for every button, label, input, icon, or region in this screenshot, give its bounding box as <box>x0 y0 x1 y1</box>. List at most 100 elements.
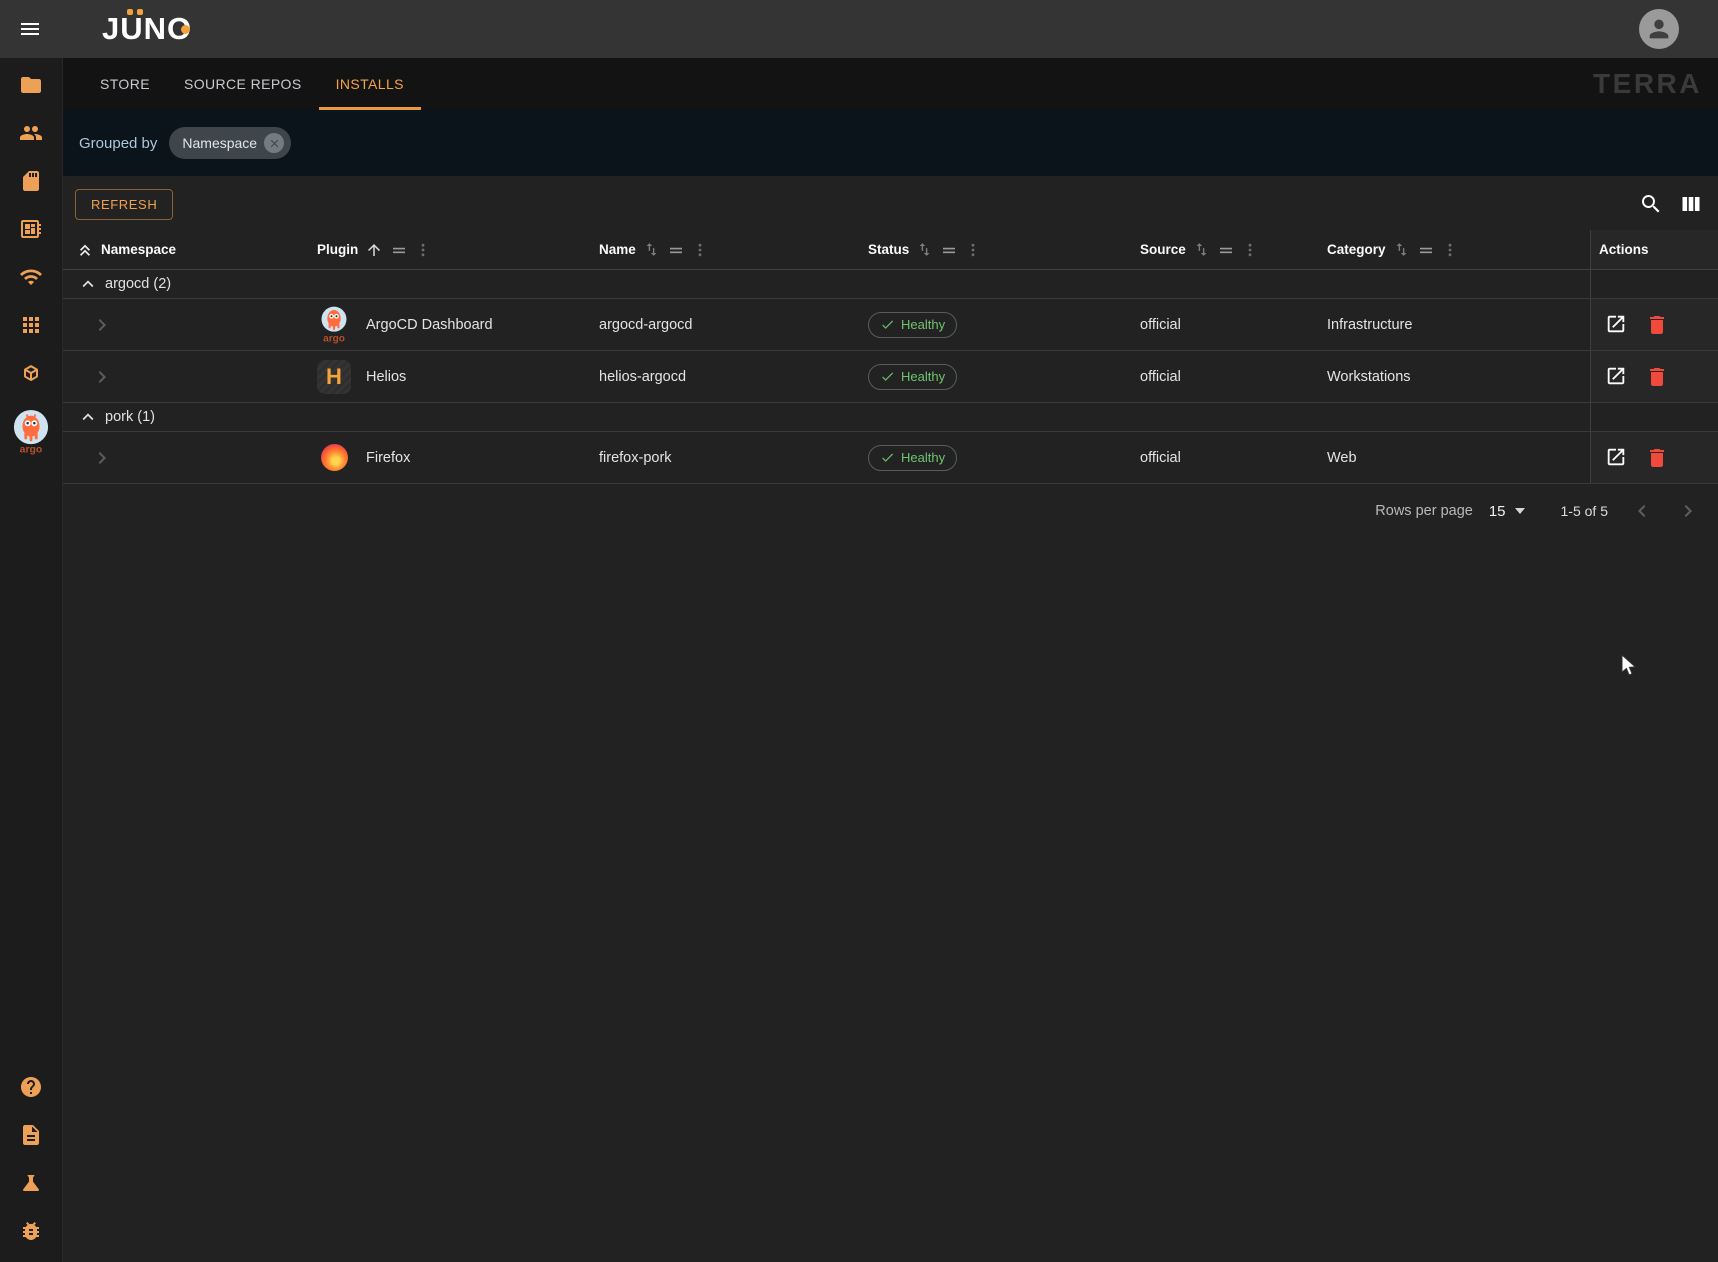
tab-store[interactable]: STORE <box>83 58 167 110</box>
groups-icon[interactable] <box>19 121 43 145</box>
column-menu-icon[interactable] <box>692 242 708 258</box>
sidebar-top-group: argo <box>12 58 50 455</box>
namespace-group-chip[interactable]: Namespace <box>169 127 291 159</box>
next-page-icon[interactable] <box>1676 499 1700 523</box>
open-install-icon[interactable] <box>1605 446 1629 470</box>
open-install-icon[interactable] <box>1605 365 1629 389</box>
svg-text:argo: argo <box>323 333 345 344</box>
sort-ascending-icon[interactable] <box>365 241 383 259</box>
column-header-plugin[interactable]: Plugin <box>317 230 431 269</box>
terra-watermark: TERRA <box>1593 68 1702 100</box>
column-menu-icon[interactable] <box>965 242 981 258</box>
column-header-source[interactable]: Source <box>1140 230 1258 269</box>
group-actions-spacer <box>1590 403 1718 431</box>
collapse-all-icon[interactable] <box>75 230 95 269</box>
column-filter-icon[interactable] <box>1417 241 1435 259</box>
status-badge: Healthy <box>868 364 957 390</box>
table-row[interactable]: Firefox firefox-pork Healthy official We… <box>63 432 1718 484</box>
status-badge: Healthy <box>868 312 957 338</box>
apps-icon[interactable] <box>19 313 43 337</box>
column-header-status[interactable]: Status <box>868 230 981 269</box>
developer-board-icon[interactable] <box>19 217 43 241</box>
column-filter-icon[interactable] <box>940 241 958 259</box>
group-label: argocd (2) <box>105 276 171 292</box>
open-install-icon[interactable] <box>1605 313 1629 337</box>
sortable-icon[interactable] <box>643 241 660 258</box>
delete-install-icon[interactable] <box>1645 313 1669 337</box>
column-menu-icon[interactable] <box>1442 242 1458 258</box>
help-icon[interactable] <box>19 1075 43 1099</box>
wifi-icon[interactable] <box>19 265 43 289</box>
search-icon[interactable] <box>1639 192 1663 216</box>
install-name: firefox-pork <box>599 450 672 466</box>
column-menu-icon[interactable] <box>415 242 431 258</box>
expand-row-icon[interactable] <box>90 351 114 402</box>
table-row[interactable]: H Helios helios-argocd Healthy official … <box>63 351 1718 403</box>
dropdown-caret-icon <box>1515 508 1525 514</box>
plugin-title: ArgoCD Dashboard <box>366 317 493 333</box>
svg-text:argo: argo <box>20 445 43 455</box>
bug-icon[interactable] <box>19 1219 43 1243</box>
folder-icon[interactable] <box>19 73 43 97</box>
columns-icon[interactable] <box>1679 192 1703 216</box>
tab-source-repos[interactable]: SOURCE REPOS <box>167 58 319 110</box>
category-value: Workstations <box>1327 369 1411 385</box>
group-label: pork (1) <box>105 409 155 425</box>
sidebar-bottom-group <box>19 1075 43 1262</box>
argo-avatar[interactable]: argo <box>12 409 50 455</box>
package-icon[interactable] <box>19 361 43 385</box>
sd-card-icon[interactable] <box>19 169 43 193</box>
logo-umlaut-dot <box>137 9 143 15</box>
account-avatar[interactable] <box>1639 9 1679 49</box>
sortable-icon[interactable] <box>916 241 933 258</box>
previous-page-icon[interactable] <box>1630 499 1654 523</box>
column-header-actions: Actions <box>1590 230 1718 269</box>
collapse-group-icon[interactable] <box>77 273 99 295</box>
chip-remove-icon[interactable] <box>264 133 284 153</box>
check-icon <box>880 317 895 332</box>
menu-icon[interactable] <box>18 17 42 41</box>
column-header-category[interactable]: Category <box>1327 230 1458 269</box>
column-filter-icon[interactable] <box>667 241 685 259</box>
delete-install-icon[interactable] <box>1645 446 1669 470</box>
group-row-argocd[interactable]: argocd (2) <box>63 270 1718 299</box>
column-header-namespace[interactable]: Namespace <box>101 230 176 269</box>
rows-per-page-select[interactable]: 15 <box>1489 503 1525 520</box>
delete-install-icon[interactable] <box>1645 365 1669 389</box>
expand-row-icon[interactable] <box>90 299 114 350</box>
chip-label: Namespace <box>182 135 257 151</box>
column-menu-icon[interactable] <box>1242 242 1258 258</box>
table-header-row: Namespace Plugin Name Status <box>63 230 1718 270</box>
left-sidebar: argo <box>0 58 63 1262</box>
juno-logo-text: JUNO <box>102 11 192 47</box>
sortable-icon[interactable] <box>1393 241 1410 258</box>
install-name: helios-argocd <box>599 369 686 385</box>
column-filter-icon[interactable] <box>1217 241 1235 259</box>
pagination-range: 1-5 of 5 <box>1561 503 1608 519</box>
firefox-icon <box>317 444 351 471</box>
category-value: Infrastructure <box>1327 317 1412 333</box>
grouped-by-band: Grouped by Namespace <box>63 110 1718 176</box>
plugin-title: Helios <box>366 369 406 385</box>
collapse-group-icon[interactable] <box>77 406 99 428</box>
table-row[interactable]: argo ArgoCD Dashboard argocd-argocd Heal… <box>63 299 1718 351</box>
status-badge: Healthy <box>868 445 957 471</box>
tab-installs[interactable]: INSTALLS <box>319 58 421 110</box>
group-row-pork[interactable]: pork (1) <box>63 403 1718 432</box>
science-icon[interactable] <box>19 1171 43 1195</box>
category-value: Web <box>1327 450 1357 466</box>
column-filter-icon[interactable] <box>390 241 408 259</box>
expand-row-icon[interactable] <box>90 432 114 483</box>
juno-logo: JUNO <box>102 12 192 46</box>
document-icon[interactable] <box>19 1123 43 1147</box>
pagination-bar: Rows per page 15 1-5 of 5 <box>63 484 1718 538</box>
main-content: STORE SOURCE REPOS INSTALLS TERRA Groupe… <box>63 58 1718 1262</box>
rows-per-page-label: Rows per page <box>1375 503 1473 519</box>
sortable-icon[interactable] <box>1193 241 1210 258</box>
column-header-name[interactable]: Name <box>599 230 708 269</box>
installs-table: Namespace Plugin Name Status <box>63 230 1718 538</box>
top-app-bar: JUNO <box>0 0 1718 58</box>
refresh-button[interactable]: REFRESH <box>75 189 173 220</box>
check-icon <box>880 369 895 384</box>
source-value: official <box>1140 369 1181 385</box>
